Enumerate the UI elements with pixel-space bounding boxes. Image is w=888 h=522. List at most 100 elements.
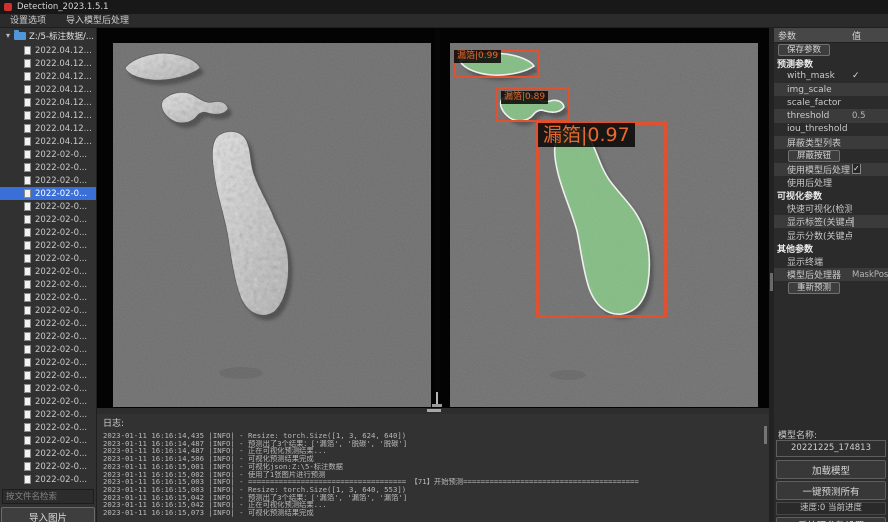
tree-file-item[interactable]: 2022-02-0... <box>0 447 97 460</box>
file-name: 2022.04.12... <box>35 72 92 82</box>
tree-file-item[interactable]: 2022-02-0... <box>0 174 97 187</box>
tree-file-item[interactable]: 2022-02-0... <box>0 304 97 317</box>
image-splitter[interactable] <box>435 28 440 408</box>
tree-file-item[interactable]: 2022-02-0... <box>0 369 97 382</box>
file-name: 2022-02-0... <box>35 267 87 277</box>
file-icon <box>24 449 31 458</box>
postprocess-settings-button[interactable]: 后处理参数设置 <box>776 517 886 522</box>
file-name: 2022-02-0... <box>35 345 87 355</box>
file-icon <box>24 85 31 94</box>
tree-file-item[interactable]: 2022.04.12... <box>0 122 97 135</box>
log-scrollbar[interactable] <box>764 426 767 444</box>
tree-file-item[interactable]: 2022-02-0... <box>0 278 97 291</box>
tree-file-item[interactable]: 2022-02-0... <box>0 291 97 304</box>
checkbox[interactable] <box>852 217 854 227</box>
param-button[interactable]: 重新预测 <box>788 282 840 294</box>
predict-all-button[interactable]: 一键预测所有 <box>776 481 886 500</box>
original-image <box>113 43 431 407</box>
tree-file-item[interactable]: 2022-02-0... <box>0 473 97 486</box>
file-icon <box>24 137 31 146</box>
tree-file-item[interactable]: 2022-02-0... <box>0 317 97 330</box>
params-button-row: 保存参数 <box>774 43 888 57</box>
import-images-button[interactable]: 导入图片 <box>1 507 95 522</box>
menu-item-settings[interactable]: 设置选项 <box>0 14 56 28</box>
chevron-down-icon[interactable]: ▾ <box>6 31 14 40</box>
params-scrollbar-thumb[interactable] <box>770 273 773 291</box>
param-label: 显示分数(关键点) <box>774 229 852 242</box>
tree-file-item[interactable]: 2022-02-0... <box>0 226 97 239</box>
tree-file-item[interactable]: 2022-02-0... <box>0 460 97 473</box>
file-name: 2022-02-0... <box>35 241 87 251</box>
menu-item-import-postprocess[interactable]: 导入模型后处理 <box>56 14 139 28</box>
tree-file-item[interactable]: 2022.04.12... <box>0 109 97 122</box>
tree-file-item[interactable]: 2022-02-0... <box>0 161 97 174</box>
file-name: 2022-02-0... <box>35 150 87 160</box>
file-icon <box>24 397 31 406</box>
file-icon <box>24 423 31 432</box>
tree-root-folder[interactable]: ▾ Z:/5-标注数据/... <box>0 28 96 43</box>
file-icon <box>24 371 31 380</box>
splitter-grip-icon[interactable] <box>427 409 441 412</box>
tree-file-item[interactable]: 2022-02-0... <box>0 395 97 408</box>
tree-file-item[interactable]: 2022-02-0... <box>0 356 97 369</box>
tree-file-item[interactable]: 2022-02-0... <box>0 252 97 265</box>
tree-file-item[interactable]: 2022.04.12... <box>0 70 97 83</box>
log-line: 2023-01-11 16:16:14,487 |INFO| - 正在可视化预测… <box>103 447 764 455</box>
splitter-grip-base-icon[interactable] <box>432 404 442 407</box>
tree-file-item[interactable]: 2022.04.12... <box>0 44 97 57</box>
tree-file-item[interactable]: 2022-02-0... <box>0 213 97 226</box>
app-logo-icon <box>4 3 12 11</box>
file-name: 2022-02-0... <box>35 189 87 199</box>
tree-file-item[interactable]: 2022-02-0... <box>0 343 97 356</box>
tree-file-item[interactable]: 2022-02-0... <box>0 434 97 447</box>
tree-file-item[interactable]: 2022-02-0... <box>0 382 97 395</box>
checkbox[interactable]: ✓ <box>852 164 861 174</box>
file-icon <box>24 267 31 276</box>
tree-file-item[interactable]: 2022.04.12... <box>0 96 97 109</box>
log-panel: 日志: 2023-01-11 16:16:14,435 |INFO| - Res… <box>97 414 770 522</box>
tree-file-item[interactable]: 2022-02-0... <box>0 330 97 343</box>
tree-file-item[interactable]: 2022.04.12... <box>0 83 97 96</box>
params-rows: 保存参数预测参数with_mask✓img_scalescale_factort… <box>774 43 888 295</box>
file-icon <box>24 228 31 237</box>
load-model-button[interactable]: 加载模型 <box>776 460 886 479</box>
param-row: threshold0.5 <box>774 109 888 122</box>
tree-file-item[interactable]: 2022.04.12... <box>0 57 97 70</box>
file-name: 2022.04.12... <box>35 59 92 69</box>
log-line: 2023-01-11 16:16:15,001 |INFO| - 可视化json… <box>103 463 764 471</box>
file-icon <box>24 410 31 419</box>
tree-file-item[interactable]: 2022.04.12... <box>0 135 97 148</box>
param-button[interactable]: 屏蔽按钮 <box>788 150 840 162</box>
param-row: 使用模型后处理✓ <box>774 163 888 176</box>
tree-file-item[interactable]: 2022-02-0... <box>0 239 97 252</box>
param-row: 屏蔽类型列表 <box>774 136 888 149</box>
folder-icon <box>14 32 26 40</box>
params-section-row: 其他参数 <box>774 242 888 255</box>
param-button[interactable]: 保存参数 <box>778 44 830 56</box>
file-icon <box>24 98 31 107</box>
tree-file-item[interactable]: 2022-02-0... <box>0 421 97 434</box>
search-input[interactable] <box>2 489 94 504</box>
tree-file-item[interactable]: 2022-02-0... <box>0 265 97 278</box>
window-title: Detection_2023.1.5.1 <box>17 2 109 12</box>
tree-file-item[interactable]: 2022-02-0... <box>0 408 97 421</box>
param-value: ✓ <box>852 164 888 174</box>
param-label: 使用后处理 <box>774 176 852 189</box>
param-label: 模型后处理器 <box>774 268 852 281</box>
image-viewport-area: 漏箔|0.99 漏箔|0.89 漏箔|0.97 <box>97 28 770 408</box>
tree-file-item[interactable]: 2022-02-0... <box>0 148 97 161</box>
log-header: 日志: <box>103 416 764 429</box>
file-icon <box>24 475 31 484</box>
file-name: 2022-02-0... <box>35 436 87 446</box>
tree-file-item[interactable]: 2022-02-0... <box>0 200 97 213</box>
tree-file-item[interactable]: 2022-02-0... <box>0 187 97 200</box>
file-icon <box>24 72 31 81</box>
param-row: 模型后处理器MaskPostPro <box>774 268 888 281</box>
params-section-row: 可视化参数 <box>774 189 888 202</box>
model-name-value[interactable]: 20221225_174813 <box>776 440 886 457</box>
progress-status: 速度:0 当前进度 <box>776 502 886 515</box>
file-icon <box>24 202 31 211</box>
param-row: 显示分数(关键点) <box>774 228 888 241</box>
file-name: 2022-02-0... <box>35 280 87 290</box>
file-name: 2022-02-0... <box>35 397 87 407</box>
